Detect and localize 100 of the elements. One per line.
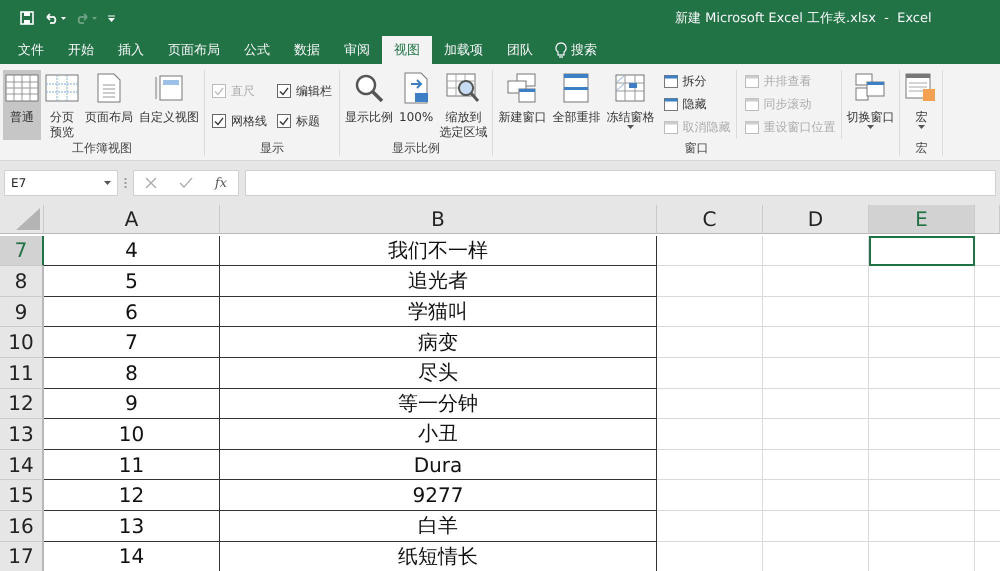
magnifier-icon [354,73,384,103]
page-icon [96,73,122,103]
grip-icon [124,177,127,189]
table-cell: 9277 [220,480,657,511]
column-header[interactable]: D [763,205,869,234]
window-pane-icon [745,121,760,134]
checkbox[interactable] [277,114,291,128]
window-pane-icon [745,75,760,88]
ribbon-tab[interactable]: 公式 [232,36,282,64]
row-header[interactable]: 16 [0,510,44,542]
row-header[interactable]: 10 [0,327,44,358]
window-pane-icon [664,75,678,88]
table-cell: 10 [44,419,220,450]
ribbon-button[interactable]: 分页 预览 [43,70,81,140]
window-pane-icon [664,121,678,134]
redo-icon[interactable] [76,12,98,24]
insert-function-button[interactable]: fx [214,176,227,190]
row-header[interactable]: 17 [0,542,44,571]
ribbon-button[interactable]: 自定义视图 [137,70,201,140]
column-header[interactable]: B [220,205,657,234]
ribbon-tab[interactable]: 加载项 [432,36,495,64]
ribbon-small-button[interactable]: 隐藏 [664,93,730,116]
window-pane-icon [664,98,678,111]
table-cell: 9 [44,388,220,420]
freeze-icon [615,74,646,102]
group-label: 工作簿视图 [71,140,133,156]
windows-icon [855,73,886,103]
search-button[interactable]: 搜索 [545,36,607,64]
customize-icon[interactable] [108,14,115,22]
ribbon-button[interactable]: 宏 [903,70,940,140]
name-box[interactable]: E7 [4,170,118,196]
undo-icon[interactable] [44,12,66,24]
ribbon-button[interactable]: 新建窗口 [496,70,548,140]
ribbon-button[interactable]: 显示比例 [343,70,395,140]
custom-view-icon [154,73,184,103]
checkbox-label: 网格线 [231,112,267,130]
group-label: 显示 [259,140,285,156]
ribbon-tab[interactable]: 审阅 [332,36,382,64]
caret-icon [104,181,111,185]
ribbon-tab[interactable]: 团队 [495,36,545,64]
ribbon-tab[interactable]: 文件 [6,36,56,64]
table-cell: 8 [44,358,220,389]
table-cell: 白羊 [220,510,657,542]
ribbon-tab[interactable]: 开始 [56,36,106,64]
row-header[interactable]: 15 [0,480,44,511]
ribbon-tab[interactable]: 插入 [106,36,156,64]
save-icon[interactable] [20,11,34,25]
table-cell: 尽头 [220,358,657,389]
table-cell: 11 [44,450,220,480]
group-label: 窗口 [683,140,710,156]
checkbox-label: 标题 [296,112,320,130]
checkbox-label: 直尺 [231,82,255,100]
select-all-icon[interactable] [16,208,40,230]
checkbox-label: 编辑栏 [296,82,332,100]
checkbox[interactable] [212,114,226,128]
row-header[interactable]: 8 [0,266,44,297]
ribbon-button[interactable]: 普通 [3,70,41,140]
row-header[interactable]: 13 [0,419,44,450]
ribbon-button[interactable]: 切换窗口 [844,70,896,140]
grid-icon [5,74,39,102]
column-header[interactable]: C [657,205,763,234]
table-cell: Dura [220,450,657,480]
table-cell: 追光者 [220,266,657,297]
table-cell: 14 [44,542,220,571]
row-header[interactable]: 7 [0,236,44,266]
column-header[interactable]: E [869,205,975,234]
arrange-icon [563,73,590,103]
table-cell: 纸短情长 [220,542,657,571]
row-header[interactable]: 9 [0,296,44,328]
table-cell: 4 [44,236,220,266]
ribbon-button[interactable]: 全部重排 [550,70,602,140]
table-cell: 我们不一样 [220,236,657,266]
table-cell: 小丑 [220,419,657,450]
row-header[interactable]: 14 [0,450,44,480]
table-cell: 12 [44,480,220,511]
window-pane-icon [745,98,760,111]
column-header[interactable]: A [44,205,220,234]
table-cell: 7 [44,327,220,358]
ribbon-tab[interactable]: 视图 [382,36,432,64]
table-cell: 病变 [220,327,657,358]
check-icon[interactable] [178,177,193,189]
group-label: 宏 [914,140,928,156]
ribbon-button[interactable]: 冻结窗格 [604,70,656,140]
ribbon-tab[interactable]: 数据 [282,36,332,64]
ribbon-tab[interactable]: 页面布局 [156,36,232,64]
checkbox[interactable] [277,84,291,98]
macro-icon [905,73,938,103]
table-cell: 等一分钟 [220,388,657,420]
table-cell: 学猫叫 [220,296,657,328]
lightbulb-icon [555,42,567,58]
cancel-icon[interactable] [144,177,157,189]
table-cell: 13 [44,510,220,542]
ribbon-button[interactable]: 100% [397,70,436,140]
formula-input[interactable] [245,170,996,196]
ribbon-button[interactable]: 缩放到 选定区域 [437,70,490,140]
row-header[interactable]: 11 [0,358,44,389]
ribbon-button[interactable]: 页面布局 [83,70,135,140]
ribbon-small-button[interactable]: 拆分 [664,70,730,93]
column-header[interactable] [975,205,1000,234]
row-header[interactable]: 12 [0,388,44,420]
